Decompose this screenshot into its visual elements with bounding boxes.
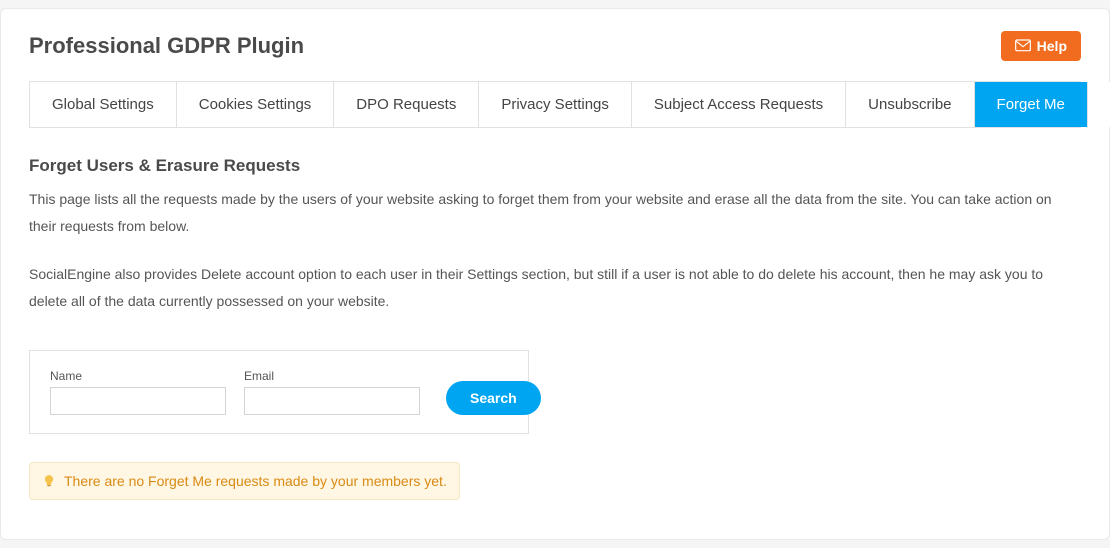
section-description-1: This page lists all the requests made by… bbox=[29, 186, 1081, 239]
empty-state-text: There are no Forget Me requests made by … bbox=[64, 473, 447, 489]
email-label: Email bbox=[244, 369, 420, 383]
lightbulb-icon bbox=[42, 474, 56, 488]
email-input[interactable] bbox=[244, 387, 420, 415]
tab-subject-access-requests[interactable]: Subject Access Requests bbox=[632, 82, 846, 127]
tab-cookies-settings[interactable]: Cookies Settings bbox=[177, 82, 335, 127]
mail-icon bbox=[1015, 39, 1031, 53]
tab-privacy-settings[interactable]: Privacy Settings bbox=[479, 82, 632, 127]
empty-state-notice: There are no Forget Me requests made by … bbox=[29, 462, 460, 500]
tab-unsubscribe[interactable]: Unsubscribe bbox=[846, 82, 974, 127]
header-row: Professional GDPR Plugin Help bbox=[29, 31, 1081, 61]
tab-global-settings[interactable]: Global Settings bbox=[30, 82, 177, 127]
search-filter-box: Name Email Search bbox=[29, 350, 529, 434]
tab-forget-me[interactable]: Forget Me bbox=[975, 82, 1088, 127]
gdpr-admin-panel: Professional GDPR Plugin Help Global Set… bbox=[0, 8, 1110, 540]
tab-bar: Global Settings Cookies Settings DPO Req… bbox=[29, 81, 1081, 128]
section-description-2: SocialEngine also provides Delete accoun… bbox=[29, 261, 1081, 314]
help-button[interactable]: Help bbox=[1001, 31, 1081, 61]
email-field-wrapper: Email bbox=[244, 369, 420, 415]
name-field-wrapper: Name bbox=[50, 369, 226, 415]
help-button-label: Help bbox=[1037, 38, 1067, 54]
name-input[interactable] bbox=[50, 387, 226, 415]
section-title: Forget Users & Erasure Requests bbox=[29, 156, 1081, 176]
search-button[interactable]: Search bbox=[446, 381, 541, 415]
page-title: Professional GDPR Plugin bbox=[29, 33, 304, 59]
tab-audit-log[interactable]: Audit Log bbox=[1088, 82, 1110, 127]
tab-dpo-requests[interactable]: DPO Requests bbox=[334, 82, 479, 127]
name-label: Name bbox=[50, 369, 226, 383]
